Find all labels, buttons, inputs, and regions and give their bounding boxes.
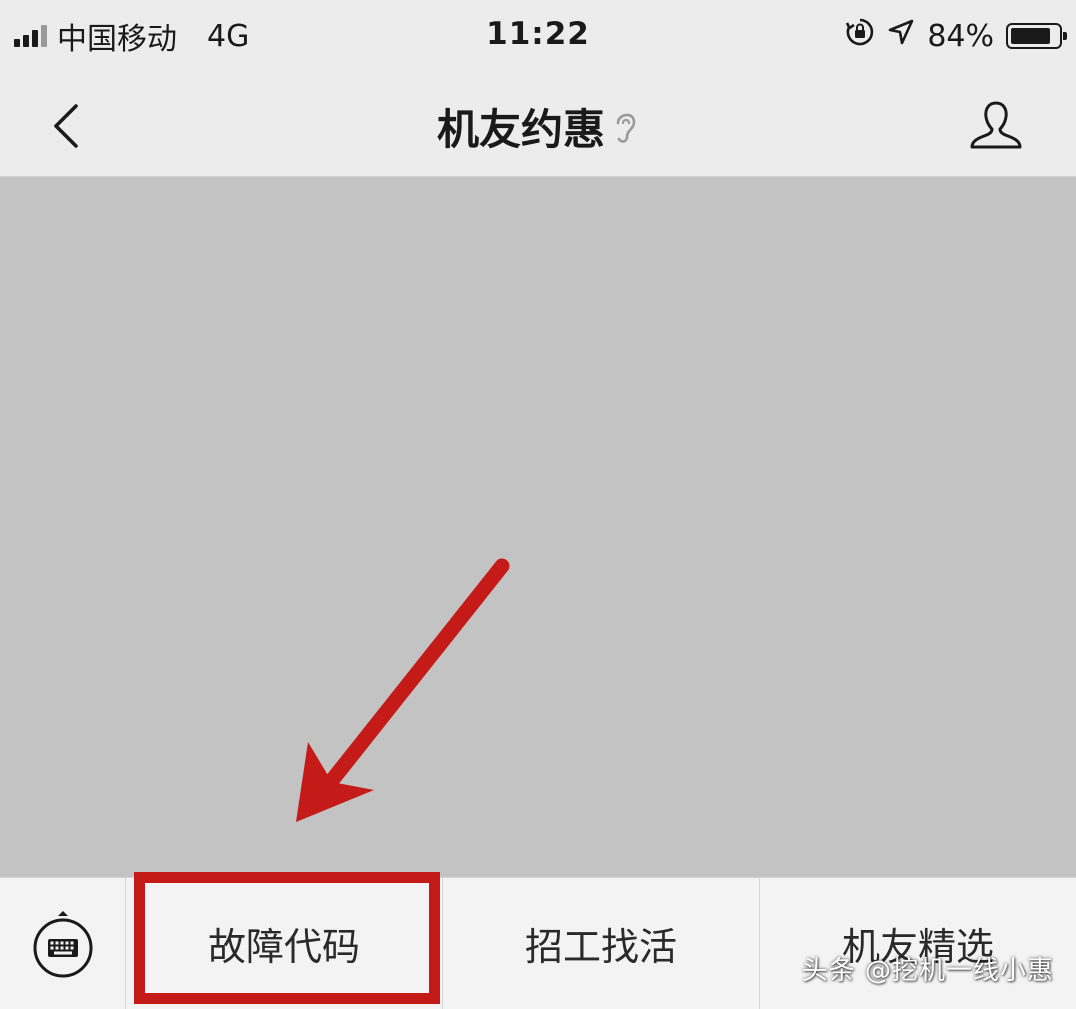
page-title: 机友约惠 [436,105,605,154]
location-icon [887,18,915,54]
bottom-menu: 故障代码 招工找活 机友精选 [0,877,1076,1009]
watermark: 头条 @挖机一线小惠 [801,956,1054,986]
battery-fill [1011,28,1050,44]
menu-item-featured[interactable]: 机友精选 [760,878,1076,1009]
battery-percent: 84% [927,18,994,54]
battery-icon [1006,23,1067,49]
keyboard-icon [33,910,92,977]
profile-icon [970,101,1022,149]
nav-bar: 机友约惠 [0,78,1076,177]
chat-area[interactable] [0,177,1076,877]
status-bar: 中国移动 4G 11:22 84% [0,0,1076,78]
page-title-container: 机友约惠 [0,96,1076,157]
menu-item-fault-codes[interactable]: 故障代码 [126,878,443,1009]
menu-item-jobs[interactable]: 招工找活 [443,878,760,1009]
orientation-lock-icon [845,17,875,55]
keyboard-toggle-button[interactable] [0,878,126,1009]
earpiece-icon [616,113,636,143]
menu-item-label: 故障代码 [207,925,360,969]
status-right: 84% [845,14,1067,58]
profile-button[interactable] [964,92,1028,158]
menu-item-label: 招工找活 [524,925,677,969]
